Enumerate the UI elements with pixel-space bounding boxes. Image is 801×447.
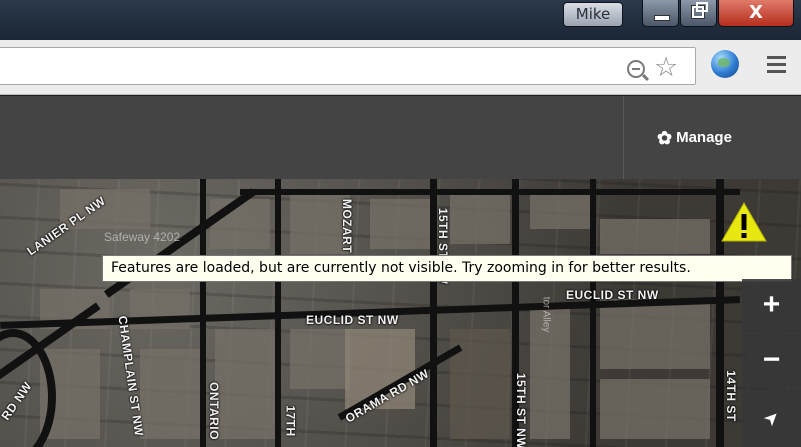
road	[240, 189, 740, 195]
locate-button[interactable]: ➤	[742, 389, 801, 447]
profile-badge[interactable]: Mike	[563, 2, 623, 27]
map-block	[210, 199, 270, 249]
road-label: ONTARIO	[206, 382, 221, 440]
map-block	[290, 329, 350, 389]
minimize-button[interactable]	[642, 0, 679, 27]
map-view[interactable]: LANIER PL NW MOZART CHAMPLAIN ST NW EUCL…	[0, 179, 801, 447]
gear-icon: ✿	[657, 128, 673, 148]
road-label: 15TH ST NW	[514, 372, 529, 447]
map-block	[370, 199, 430, 249]
star-icon[interactable]: ☆	[654, 53, 678, 81]
map-block	[600, 299, 710, 369]
address-bar[interactable]: ☆	[0, 47, 696, 85]
manage-button[interactable]: ✿ Manage	[657, 127, 732, 149]
header-divider	[623, 96, 624, 179]
road-label: 14TH ST	[723, 370, 738, 422]
map-block	[450, 194, 510, 244]
warning-tooltip: Features are loaded, but are currently n…	[102, 255, 792, 282]
road-label: EUCLID ST NW	[566, 288, 659, 302]
road-label: 17TH	[283, 405, 298, 437]
browser-toolbar: ☆	[0, 40, 801, 95]
poi-label: tor Alley	[540, 296, 552, 333]
road	[590, 179, 596, 447]
map-block	[600, 219, 710, 254]
map-block	[530, 189, 590, 229]
window-titlebar: Mike X	[0, 0, 801, 40]
menu-icon[interactable]	[767, 56, 786, 77]
close-button[interactable]: X	[718, 0, 794, 27]
road-label: MOZART	[340, 198, 355, 254]
zoom-out-icon[interactable]	[627, 60, 645, 78]
map-block	[215, 329, 275, 439]
restore-icon	[691, 2, 708, 19]
globe-icon[interactable]	[711, 50, 739, 78]
zoom-out-button[interactable]: −	[742, 334, 801, 388]
map-block	[600, 379, 710, 439]
road-label: EUCLID ST NW	[306, 313, 399, 327]
zoom-in-button[interactable]: +	[742, 279, 801, 333]
locate-icon: ➤	[759, 405, 784, 431]
poi-label: Safeway 4202	[104, 230, 181, 244]
road	[275, 179, 281, 447]
warning-icon[interactable]	[720, 201, 768, 243]
minimize-icon	[654, 15, 670, 21]
restore-button[interactable]	[680, 0, 717, 27]
manage-label: Manage	[676, 129, 732, 146]
map-block	[140, 349, 200, 439]
